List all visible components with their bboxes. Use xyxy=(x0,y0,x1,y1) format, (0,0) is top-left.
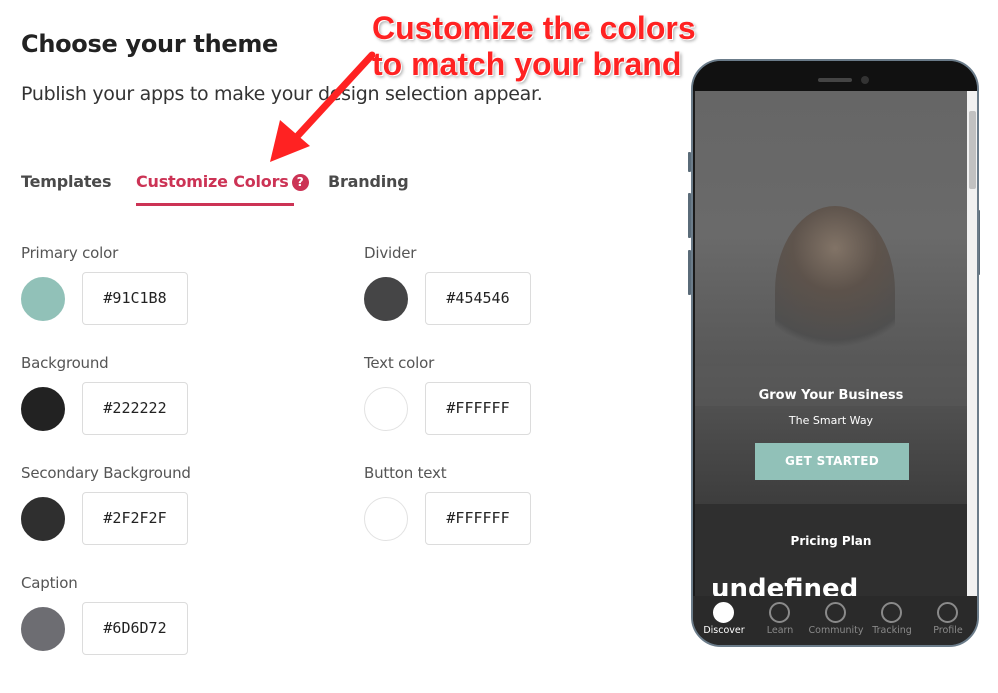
app-tab-bar: Discover Learn Community Tracking Profil… xyxy=(693,596,977,645)
background-color-swatch[interactable] xyxy=(21,387,65,431)
secondary-background-color-label: Secondary Background xyxy=(21,464,191,482)
hero-subtitle: The Smart Way xyxy=(788,414,874,427)
nav-profile[interactable]: Profile xyxy=(920,596,976,645)
pricing-value: undefined xyxy=(711,574,859,596)
preview-scrollbar-thumb[interactable] xyxy=(969,111,976,189)
caption-color-input[interactable]: #6D6D72 xyxy=(82,602,188,655)
hero-banner: Grow Your Business The Smart Way GET STA… xyxy=(695,91,967,504)
secondary-background-color-input[interactable]: #2F2F2F xyxy=(82,492,188,545)
primary-color-field: Primary color #91C1B8 xyxy=(21,244,301,344)
help-icon[interactable]: ? xyxy=(291,174,309,191)
button-text-color-label: Button text xyxy=(364,464,447,482)
hero-title: Grow Your Business xyxy=(758,388,904,403)
button-text-color-swatch[interactable] xyxy=(364,497,408,541)
annotation-line-2: to match your brand xyxy=(372,46,682,82)
divider-color-field: Divider #454546 xyxy=(364,244,644,344)
learn-icon xyxy=(769,602,790,623)
primary-color-label: Primary color xyxy=(21,244,119,262)
nav-discover[interactable]: Discover xyxy=(696,596,752,645)
primary-color-input[interactable]: #91C1B8 xyxy=(82,272,188,325)
app-preview-screen: Grow Your Business The Smart Way GET STA… xyxy=(695,91,977,596)
secondary-background-color-field: Secondary Background #2F2F2F xyxy=(21,464,301,564)
caption-color-label: Caption xyxy=(21,574,78,592)
annotation-line-1: Customize the colors xyxy=(372,10,696,46)
text-color-label: Text color xyxy=(364,354,435,372)
phone-notch xyxy=(693,61,977,91)
primary-color-swatch[interactable] xyxy=(21,277,65,321)
background-color-field: Background #222222 xyxy=(21,354,301,454)
background-color-input[interactable]: #222222 xyxy=(82,382,188,435)
button-text-color-field: Button text #FFFFFF xyxy=(364,464,644,564)
page-title: Choose your theme xyxy=(21,30,279,58)
nav-learn[interactable]: Learn xyxy=(752,596,808,645)
camera-icon xyxy=(861,76,869,84)
text-color-input[interactable]: #FFFFFF xyxy=(425,382,531,435)
pricing-title: Pricing Plan xyxy=(790,534,872,548)
secondary-background-color-swatch[interactable] xyxy=(21,497,65,541)
divider-color-swatch[interactable] xyxy=(364,277,408,321)
caption-color-swatch[interactable] xyxy=(21,607,65,651)
annotation-arrow-icon xyxy=(270,51,376,162)
divider-color-input[interactable]: #454546 xyxy=(425,272,531,325)
compass-icon xyxy=(713,602,734,623)
pricing-section: Pricing Plan undefined xyxy=(695,504,967,596)
background-color-label: Background xyxy=(21,354,109,372)
divider-color-label: Divider xyxy=(364,244,417,262)
annotation-callout: Customize the colors to match your brand xyxy=(372,10,696,82)
tab-templates[interactable]: Templates xyxy=(21,172,111,191)
tab-customize-colors[interactable]: Customize Colors? xyxy=(136,172,309,191)
text-color-swatch[interactable] xyxy=(364,387,408,431)
phone-preview: Grow Your Business The Smart Way GET STA… xyxy=(691,59,979,647)
get-started-button[interactable]: GET STARTED xyxy=(755,443,909,480)
active-tab-indicator xyxy=(136,203,294,206)
hero-photo xyxy=(775,206,895,376)
tab-branding[interactable]: Branding xyxy=(328,172,409,191)
chat-bubble-icon xyxy=(825,602,846,623)
nav-tracking[interactable]: Tracking xyxy=(864,596,920,645)
button-text-color-input[interactable]: #FFFFFF xyxy=(425,492,531,545)
chart-line-icon xyxy=(881,602,902,623)
person-icon xyxy=(937,602,958,623)
caption-color-field: Caption #6D6D72 xyxy=(21,574,301,674)
nav-community[interactable]: Community xyxy=(808,596,864,645)
text-color-field: Text color #FFFFFF xyxy=(364,354,644,454)
speaker-icon xyxy=(818,78,852,82)
